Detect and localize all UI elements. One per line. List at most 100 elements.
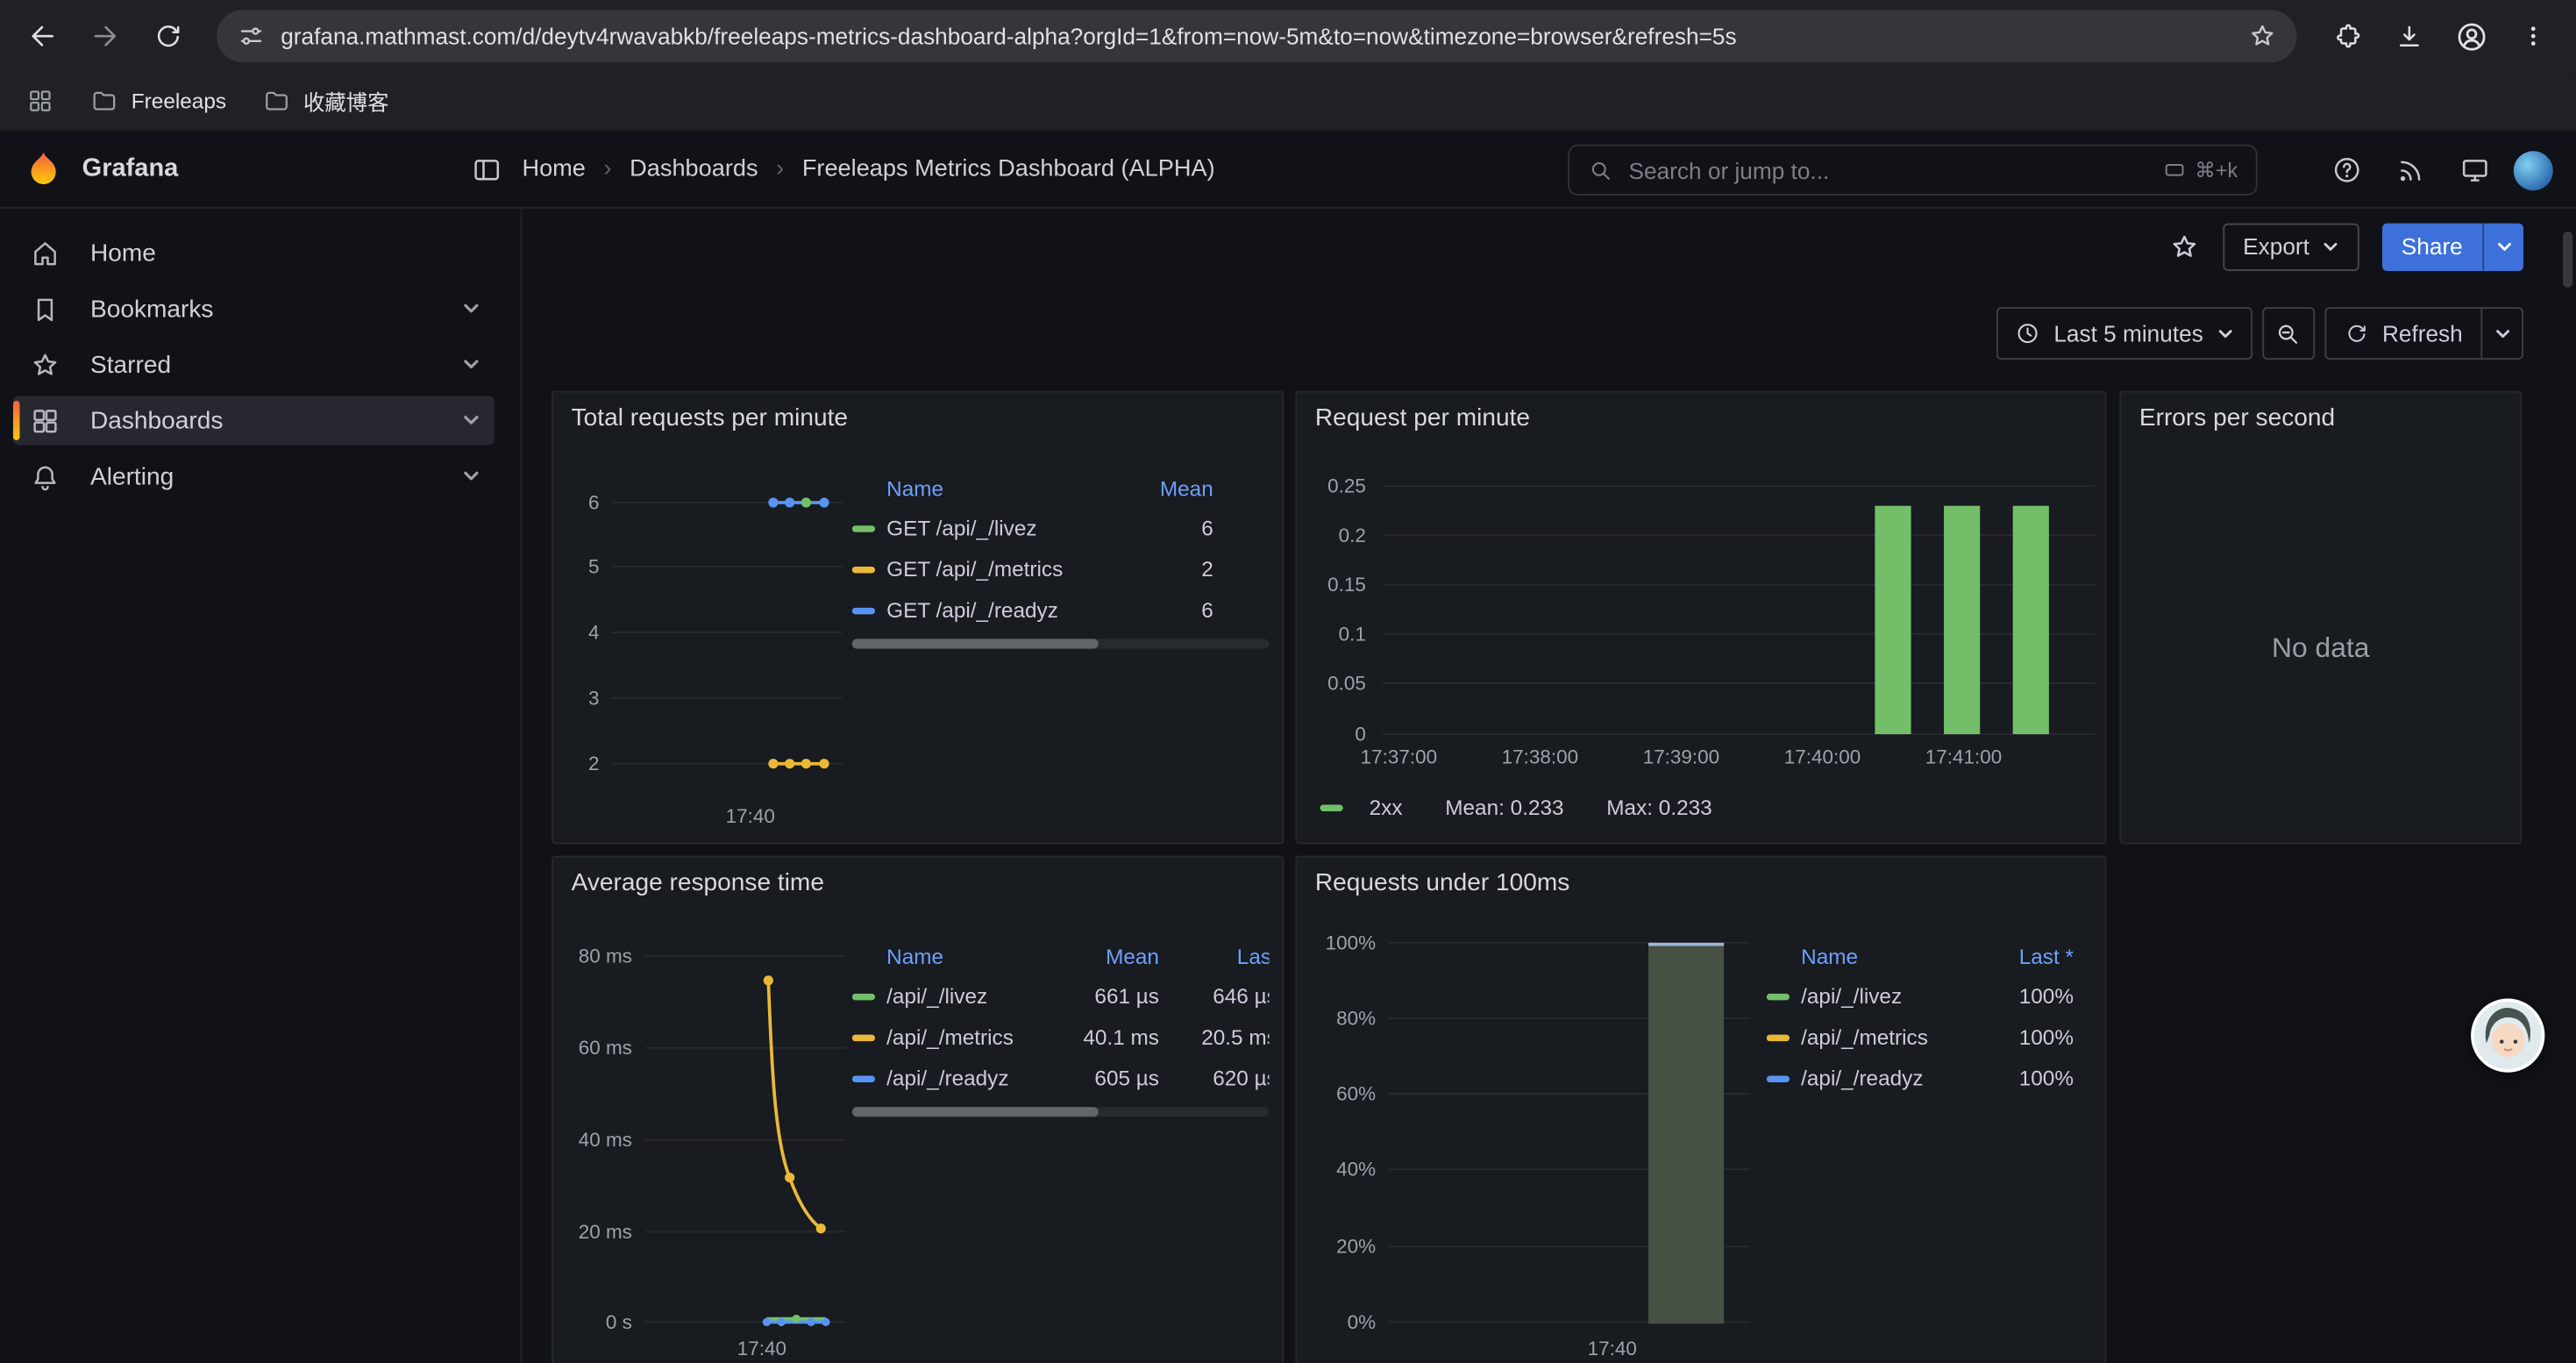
svg-text:17:39:00: 17:39:00 [1643, 746, 1719, 768]
legend-header-mean[interactable]: Mean [1116, 475, 1213, 500]
breadcrumb-home[interactable]: Home [522, 156, 585, 182]
breadcrumb-separator: › [776, 156, 784, 182]
refresh-group: Refresh [2324, 307, 2523, 360]
chevron-down-icon[interactable] [461, 410, 480, 430]
back-button[interactable] [17, 10, 69, 62]
search-shortcut: ⌘+k [2162, 158, 2238, 182]
extensions-icon[interactable] [2320, 10, 2373, 62]
share-menu-chevron[interactable] [2482, 223, 2523, 270]
help-icon[interactable] [2322, 146, 2371, 195]
panel-errors-per-second: Errors per second No data [2119, 391, 2522, 845]
svg-text:17:41:00: 17:41:00 [1925, 746, 2002, 768]
series-name[interactable]: 2xx [1370, 795, 1403, 819]
search-placeholder: Search or jump to... [1629, 157, 1830, 183]
chevron-down-icon [2217, 325, 2235, 343]
svg-text:0.05: 0.05 [1327, 672, 1366, 694]
legend-header-last[interactable]: Last [1159, 944, 1269, 968]
series-swatch [852, 566, 875, 572]
legend-scrollbar[interactable] [852, 639, 1270, 648]
page-scrollbar[interactable] [2563, 232, 2572, 288]
assistant-avatar[interactable] [2471, 998, 2544, 1072]
sidebar-item-alerting[interactable]: Alerting [13, 452, 495, 501]
kiosk-mode-icon[interactable] [2450, 146, 2499, 195]
sidebar-item-bookmarks[interactable]: Bookmarks [13, 284, 495, 333]
legend-header-mean[interactable]: Mean [1071, 944, 1159, 968]
grafana-logo[interactable] [23, 148, 64, 189]
legend-header-name[interactable]: Name [852, 944, 1071, 968]
search-input[interactable]: Search or jump to... ⌘+k [1568, 145, 2257, 196]
legend-header-name[interactable]: Name [1767, 944, 1996, 968]
legend-scrollbar[interactable] [852, 1107, 1270, 1117]
panel-title[interactable]: Errors per second [2139, 404, 2335, 432]
refresh-button[interactable]: Refresh [2326, 309, 2480, 358]
news-icon[interactable] [2386, 146, 2435, 195]
svg-text:60 ms: 60 ms [579, 1037, 632, 1059]
refresh-icon [2345, 321, 2369, 346]
grafana-sidebar: Home Bookmarks Starred Dashboards Alerti… [0, 209, 522, 1363]
chevron-down-icon[interactable] [461, 299, 480, 318]
svg-text:3: 3 [588, 687, 600, 709]
svg-text:100%: 100% [1326, 933, 1376, 954]
sidebar-item-starred[interactable]: Starred [13, 340, 495, 389]
browser-menu-icon[interactable] [2507, 10, 2559, 62]
zoom-out-button[interactable] [2262, 307, 2315, 360]
sidebar-item-dashboards[interactable]: Dashboards [13, 396, 495, 445]
svg-text:0.15: 0.15 [1327, 574, 1366, 596]
legend-header-last[interactable]: Last * [1996, 944, 2074, 968]
svg-text:17:37:00: 17:37:00 [1361, 746, 1437, 768]
sidebar-item-home[interactable]: Home [13, 228, 495, 277]
panel-total-requests: Total requests per minute 6 5 4 3 2 [551, 391, 1284, 845]
bookmark-freeleaps[interactable]: Freeleaps [90, 87, 226, 115]
legend-row: /api/_/livez 661 µs 646 µs [852, 975, 1270, 1017]
forward-button[interactable] [79, 10, 132, 62]
user-avatar[interactable] [2514, 150, 2553, 189]
folder-icon [90, 87, 118, 115]
chevron-down-icon[interactable] [461, 467, 480, 486]
folder-icon [262, 87, 290, 115]
svg-text:40 ms: 40 ms [579, 1129, 632, 1151]
sidebar-toggle-icon[interactable] [471, 153, 502, 185]
legend-row: /api/_/readyz 100% [1767, 1058, 2103, 1099]
panel-title[interactable]: Request per minute [1315, 404, 1530, 432]
legend-table: Name Mean GET /api/_/livez 6 GET /api/_/… [852, 468, 1270, 631]
dashboard-actions: Export Share [2169, 222, 2523, 271]
panel-title[interactable]: Total requests per minute [572, 404, 848, 432]
series-swatch [1767, 993, 1790, 999]
legend-row: /api/_/metrics 40.1 ms 20.5 ms [852, 1017, 1270, 1058]
legend-row: GET /api/_/livez 6 [852, 508, 1270, 549]
bell-icon [30, 460, 61, 492]
bookmark-blog-folder[interactable]: 收藏博客 [262, 85, 388, 117]
under-100ms-chart: 100% 80% 60% 40% 20% 0% 17:40 [1310, 933, 1760, 1363]
chevron-down-icon[interactable] [461, 354, 480, 374]
legend-row: GET /api/_/readyz 6 [852, 589, 1270, 631]
panel-title[interactable]: Average response time [572, 869, 824, 897]
breadcrumb: Home › Dashboards › Freeleaps Metrics Da… [522, 156, 1214, 182]
site-info-icon[interactable] [237, 21, 267, 51]
dashboards-icon [30, 405, 61, 437]
reload-button[interactable] [141, 10, 194, 62]
breadcrumb-dashboards[interactable]: Dashboards [630, 156, 758, 182]
browser-toolbar: grafana.mathmast.com/d/deytv4rwavabkb/fr… [0, 0, 2576, 72]
series-swatch [1320, 804, 1342, 810]
svg-text:20 ms: 20 ms [579, 1221, 632, 1243]
search-icon [1588, 157, 1614, 183]
chevron-down-icon [2321, 238, 2339, 256]
legend-row: /api/_/livez 100% [1767, 975, 2103, 1017]
time-range-picker[interactable]: Last 5 minutes [1996, 307, 2252, 360]
legend-header-name[interactable]: Name [852, 475, 1116, 500]
share-button[interactable]: Share [2381, 223, 2523, 270]
downloads-icon[interactable] [2382, 10, 2435, 62]
refresh-interval-chevron[interactable] [2480, 309, 2522, 358]
panel-title[interactable]: Requests under 100ms [1315, 869, 1569, 897]
favorite-star-icon[interactable] [2169, 231, 2201, 262]
profile-icon[interactable] [2444, 10, 2497, 62]
bookmark-star-icon[interactable] [2247, 21, 2277, 51]
star-icon [30, 349, 61, 381]
address-bar[interactable]: grafana.mathmast.com/d/deytv4rwavabkb/fr… [217, 10, 2296, 62]
svg-text:0 s: 0 s [606, 1311, 632, 1333]
svg-text:0: 0 [1355, 723, 1365, 745]
legend-row: /api/_/readyz 605 µs 620 µs [852, 1058, 1270, 1099]
request-per-minute-chart: 0.25 0.2 0.15 0.1 0.05 0 17:37:00 17:38:… [1310, 468, 2102, 781]
apps-grid-icon[interactable] [26, 87, 54, 115]
export-button[interactable]: Export [2224, 223, 2359, 270]
